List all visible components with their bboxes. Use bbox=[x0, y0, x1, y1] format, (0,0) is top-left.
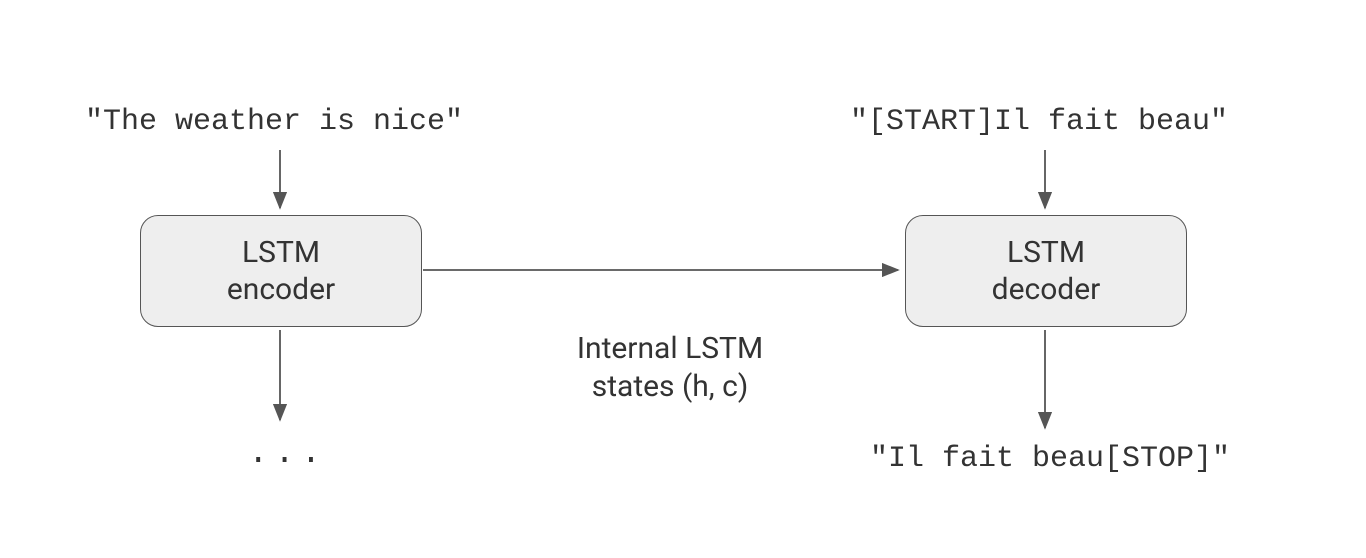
decoder-box-label: LSTM decoder bbox=[992, 234, 1101, 309]
encoder-box: LSTM encoder bbox=[140, 215, 422, 327]
encoder-box-label: LSTM encoder bbox=[227, 234, 335, 309]
connection-label: Internal LSTM states (h, c) bbox=[530, 330, 810, 405]
decoder-box-label-line2: decoder bbox=[992, 272, 1101, 307]
decoder-input-text: "[START]Il fait beau" bbox=[850, 105, 1228, 139]
decoder-output-text: "Il fait beau[STOP]" bbox=[870, 442, 1230, 476]
decoder-box: LSTM decoder bbox=[905, 215, 1187, 327]
diagram-stage: "The weather is nice" LSTM encoder ... I… bbox=[0, 0, 1366, 558]
encoder-input-text: "The weather is nice" bbox=[85, 105, 463, 139]
encoder-box-label-line2: encoder bbox=[227, 272, 335, 307]
connection-label-line1: Internal LSTM bbox=[577, 331, 763, 366]
connection-label-line2: states (h, c) bbox=[592, 369, 749, 404]
encoder-output-placeholder: ... bbox=[248, 435, 327, 473]
decoder-box-label-line1: LSTM bbox=[1007, 235, 1085, 270]
encoder-box-label-line1: LSTM bbox=[242, 235, 320, 270]
